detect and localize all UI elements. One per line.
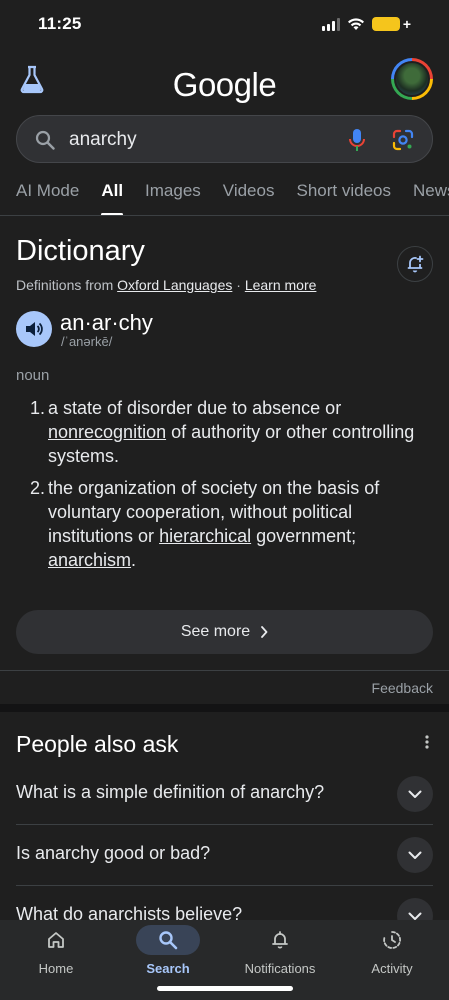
search-tabs: AI Mode All Images Videos Short videos N…: [16, 181, 449, 216]
google-logo[interactable]: Google: [0, 66, 449, 104]
definition-text: government;: [251, 526, 357, 546]
status-icons: +: [321, 16, 411, 32]
oxford-languages-link[interactable]: Oxford Languages: [117, 277, 232, 293]
expand-button[interactable]: [397, 776, 433, 812]
expand-button[interactable]: [397, 837, 433, 873]
dictionary-word: an·ar·chy: [60, 310, 153, 335]
charging-icon: +: [402, 16, 411, 32]
tabs-divider: [0, 215, 449, 216]
nav-icon-container: [248, 925, 312, 955]
google-lens-icon[interactable]: [392, 129, 414, 151]
definition-item: 1. a state of disorder due to absence or…: [30, 396, 418, 468]
people-also-ask-title: People also ask: [16, 731, 179, 757]
nonrecognition-link[interactable]: nonrecognition: [48, 422, 166, 442]
home-icon: [48, 932, 64, 948]
search-icon: [35, 130, 55, 150]
nav-notifications[interactable]: Notifications: [224, 920, 336, 990]
source-prefix: Definitions from: [16, 277, 118, 293]
battery-icon: [371, 17, 400, 31]
bell-icon: [272, 931, 288, 949]
status-bar: 11:25 +: [0, 0, 449, 50]
page: 11:25 + Google anarchy AI Mode All Image…: [0, 0, 449, 1000]
card-divider: [0, 670, 449, 671]
hierarchical-link[interactable]: hierarchical: [159, 526, 251, 546]
pronunciation-button[interactable]: [16, 311, 52, 347]
nav-label: Activity: [371, 961, 413, 976]
bell-plus-icon: [407, 255, 424, 273]
definition-number: 1.: [30, 398, 46, 418]
definition-number: 2.: [30, 478, 46, 498]
chevron-down-icon: [408, 851, 422, 859]
part-of-speech: noun: [16, 367, 50, 384]
definition-list: 1. a state of disorder due to absence or…: [30, 396, 418, 580]
speaker-icon: [26, 322, 43, 336]
definition-text: a state of disorder due to absence or: [48, 398, 342, 418]
see-more-button[interactable]: See more: [16, 610, 433, 654]
microphone-icon[interactable]: [348, 128, 366, 152]
definition-text: .: [131, 550, 137, 570]
nav-icon-container: [24, 925, 88, 955]
avatar[interactable]: [391, 58, 433, 100]
search-icon: [159, 931, 178, 950]
home-indicator[interactable]: [157, 986, 293, 991]
more-options-icon[interactable]: [425, 735, 429, 749]
search-query[interactable]: anarchy: [69, 129, 137, 151]
phonetic-spelling: /ˈanərkē/: [61, 334, 113, 349]
nav-search[interactable]: Search: [112, 920, 224, 990]
activity-icon: [383, 931, 401, 949]
chevron-right-icon: [261, 626, 268, 638]
wifi-icon: [347, 18, 364, 30]
tab-short-videos[interactable]: Short videos: [296, 181, 391, 213]
feedback-link[interactable]: Feedback: [372, 680, 433, 696]
status-time: 11:25: [38, 14, 82, 33]
tab-news[interactable]: News: [413, 181, 449, 213]
paa-question[interactable]: Is anarchy good or bad?: [16, 825, 433, 886]
learn-more-link[interactable]: Learn more: [245, 277, 317, 293]
tab-all[interactable]: All: [101, 181, 123, 216]
anarchism-link[interactable]: anarchism: [48, 550, 131, 570]
paa-question[interactable]: What is a simple definition of anarchy?: [16, 764, 433, 825]
source-separator: ·: [232, 277, 245, 293]
dictionary-title: Dictionary: [16, 235, 145, 267]
nav-label: Search: [146, 961, 190, 976]
see-more-label: See more: [180, 623, 251, 640]
avatar-image: [394, 61, 430, 97]
dictionary-source: Definitions from Oxford Languages · Lear…: [16, 277, 316, 293]
nav-label: Notifications: [244, 961, 316, 976]
cellular-signal-icon: [321, 17, 340, 31]
nav-home[interactable]: Home: [0, 920, 112, 990]
nav-label: Home: [38, 961, 74, 976]
paa-question-text: What is a simple definition of anarchy?: [16, 782, 325, 802]
nav-icon-container: [360, 925, 424, 955]
section-separator: [0, 704, 449, 712]
search-input[interactable]: anarchy: [16, 115, 433, 163]
tab-images[interactable]: Images: [145, 181, 201, 213]
nav-activity[interactable]: Activity: [336, 920, 448, 990]
chevron-down-icon: [408, 790, 422, 798]
nav-icon-container: [136, 925, 200, 955]
tab-ai-mode[interactable]: AI Mode: [16, 181, 79, 213]
follow-alert-button[interactable]: [397, 246, 433, 282]
definition-item: 2. the organization of society on the ba…: [30, 476, 418, 572]
tab-videos[interactable]: Videos: [223, 181, 275, 213]
paa-question-text: Is anarchy good or bad?: [16, 843, 211, 863]
